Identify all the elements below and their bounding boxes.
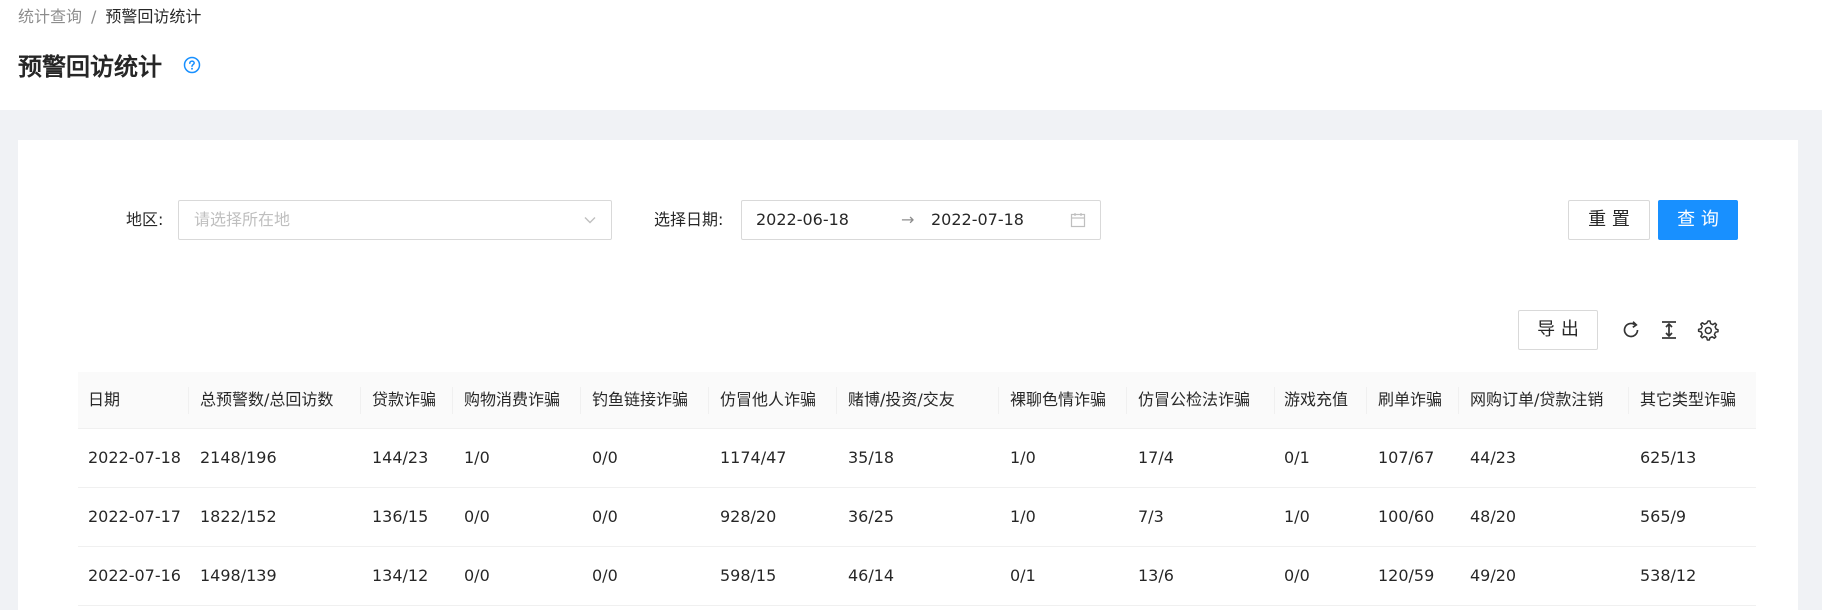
- chevron-down-icon: [584, 217, 596, 224]
- table-cell: 1174/47: [720, 448, 787, 467]
- column-divider: [998, 387, 999, 414]
- table-cell: 928/20: [720, 507, 777, 526]
- column-header-loan-fraud: 贷款诈骗: [372, 390, 437, 409]
- region-label: 地区:: [126, 210, 164, 229]
- reset-button[interactable]: 重 置: [1568, 200, 1650, 240]
- setting-icon[interactable]: [1697, 319, 1719, 341]
- table-cell: 48/20: [1470, 507, 1517, 526]
- column-divider: [1458, 387, 1459, 414]
- column-divider: [1628, 387, 1629, 414]
- breadcrumb-item-stats[interactable]: 统计查询: [18, 7, 82, 26]
- column-divider: [580, 387, 581, 414]
- table-cell: 1/0: [464, 448, 490, 467]
- table-cell: 598/15: [720, 566, 777, 585]
- column-header-game-topup: 游戏充值: [1284, 390, 1349, 409]
- table-cell: 625/13: [1640, 448, 1697, 467]
- reload-icon[interactable]: [1620, 319, 1642, 341]
- breadcrumb: 统计查询 / 预警回访统计: [18, 6, 201, 28]
- table-cell: 0/0: [1284, 566, 1310, 585]
- calendar-icon: [1070, 213, 1086, 228]
- table-cell: 565/9: [1640, 507, 1687, 526]
- column-divider: [708, 387, 709, 414]
- table-cell: 0/0: [464, 507, 490, 526]
- table-cell: 144/23: [372, 448, 429, 467]
- table-cell: 1/0: [1010, 507, 1036, 526]
- region-select[interactable]: 请选择所在地: [178, 200, 612, 240]
- table-cell: 2148/196: [200, 448, 277, 467]
- table-cell: 1/0: [1010, 448, 1036, 467]
- table-cell: 0/0: [464, 566, 490, 585]
- table-cell: 107/67: [1378, 448, 1435, 467]
- table-cell: 0/0: [592, 448, 618, 467]
- table-cell: 0/1: [1010, 566, 1036, 585]
- column-header-order-cancel: 网购订单/贷款注销: [1470, 390, 1604, 409]
- column-height-icon[interactable]: [1658, 319, 1680, 341]
- breadcrumb-separator: /: [91, 7, 97, 26]
- table-cell: 136/15: [372, 507, 429, 526]
- export-button[interactable]: 导 出: [1518, 310, 1598, 350]
- breadcrumb-item-current: 预警回访统计: [105, 7, 202, 26]
- column-divider: [188, 387, 189, 414]
- table-cell: 100/60: [1378, 507, 1435, 526]
- date-range-picker[interactable]: 2022-06-18 → 2022-07-18: [741, 200, 1101, 240]
- table-cell: 0/0: [592, 507, 618, 526]
- table-row: 2022-07-16 1498/139 134/12 0/0 0/0 598/1…: [78, 547, 1756, 606]
- column-header-police-impersonation: 仿冒公检法诈骗: [1138, 390, 1251, 409]
- table-header: 日期 总预警数/总回访数 贷款诈骗 购物消费诈骗 钓鱼链接诈骗 仿冒他人诈骗 赌…: [78, 372, 1756, 429]
- table-cell: 0/1: [1284, 448, 1310, 467]
- table-cell: 538/12: [1640, 566, 1697, 585]
- table-cell: 120/59: [1378, 566, 1435, 585]
- column-header-date: 日期: [88, 390, 121, 409]
- table-row: 2022-07-18 2148/196 144/23 1/0 0/0 1174/…: [78, 429, 1756, 488]
- table-cell: 49/20: [1470, 566, 1517, 585]
- page-title: 预警回访统计: [18, 53, 162, 81]
- date-start-input[interactable]: 2022-06-18: [756, 209, 849, 231]
- table-row: 2022-07-17 1822/152 136/15 0/0 0/0 928/2…: [78, 488, 1756, 547]
- table-cell: 36/25: [848, 507, 895, 526]
- column-header-click-farming: 刷单诈骗: [1378, 390, 1443, 409]
- column-header-sextortion-fraud: 裸聊色情诈骗: [1010, 390, 1107, 409]
- region-select-placeholder: 请选择所在地: [194, 210, 291, 229]
- date-end-input[interactable]: 2022-07-18: [931, 209, 1024, 231]
- page-header: 统计查询 / 预警回访统计 预警回访统计: [0, 0, 1822, 110]
- column-divider: [452, 387, 453, 414]
- date-label: 选择日期:: [654, 210, 724, 229]
- table-cell: 134/12: [372, 566, 429, 585]
- table-cell: 1822/152: [200, 507, 277, 526]
- table-cell: 1/0: [1284, 507, 1310, 526]
- column-divider: [836, 387, 837, 414]
- question-circle-icon[interactable]: [182, 55, 202, 75]
- column-header-phishing-fraud: 钓鱼链接诈骗: [592, 390, 689, 409]
- query-button[interactable]: 查 询: [1658, 200, 1738, 240]
- column-divider: [360, 387, 361, 414]
- table-cell: 44/23: [1470, 448, 1517, 467]
- table-cell: 35/18: [848, 448, 895, 467]
- table-cell: 1498/139: [200, 566, 277, 585]
- column-header-total: 总预警数/总回访数: [200, 390, 334, 409]
- column-divider: [1366, 387, 1367, 414]
- column-header-gambling-fraud: 赌博/投资/交友: [848, 390, 955, 409]
- table-cell: 7/3: [1138, 507, 1164, 526]
- table-cell: 2022-07-18: [88, 448, 181, 467]
- table-cell: 2022-07-16: [88, 566, 181, 585]
- table-cell: 17/4: [1138, 448, 1174, 467]
- table-cell: 0/0: [592, 566, 618, 585]
- column-divider: [1126, 387, 1127, 414]
- date-range-arrow: →: [901, 210, 915, 229]
- table-cell: 2022-07-17: [88, 507, 181, 526]
- column-divider: [1274, 387, 1275, 414]
- table-cell: 46/14: [848, 566, 895, 585]
- content-card: 地区: 请选择所在地 选择日期: 2022-06-18 → 2022-07-18…: [18, 140, 1798, 610]
- column-header-impersonation-fraud: 仿冒他人诈骗: [720, 390, 817, 409]
- column-header-other-fraud: 其它类型诈骗: [1640, 390, 1737, 409]
- table-cell: 13/6: [1138, 566, 1174, 585]
- column-header-shopping-fraud: 购物消费诈骗: [464, 390, 561, 409]
